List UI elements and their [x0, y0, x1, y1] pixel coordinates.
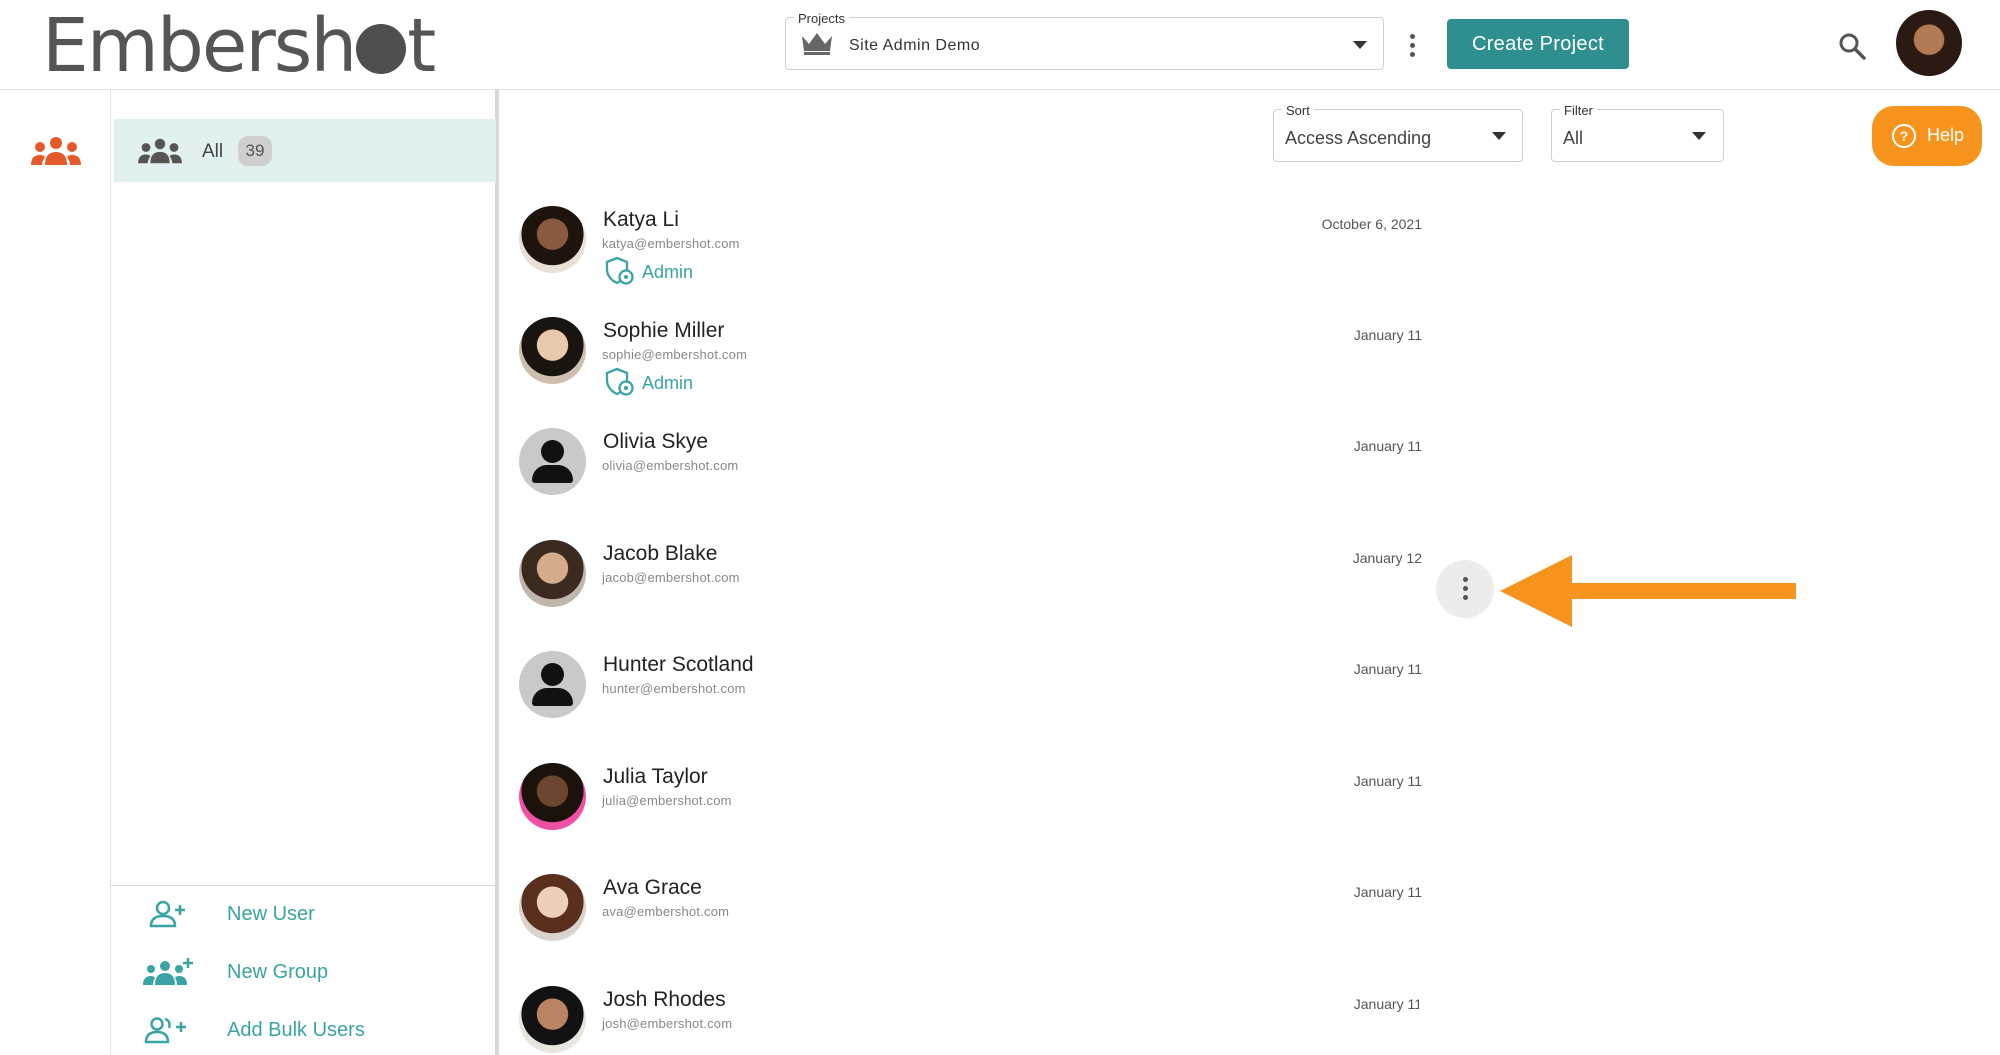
user-name: Hunter Scotland: [603, 653, 754, 676]
user-email: josh@embershot.com: [602, 1016, 733, 1031]
create-project-button[interactable]: Create Project: [1447, 19, 1629, 69]
chevron-down-icon: [1353, 41, 1367, 49]
user-row[interactable]: Jacob Blake jacob@embershot.com January …: [519, 540, 1422, 640]
count-badge: 39: [238, 136, 272, 166]
chevron-down-icon: [1492, 132, 1506, 140]
sort-value: Access Ascending: [1285, 128, 1432, 148]
sort-select[interactable]: Sort Access Ascending: [1273, 103, 1523, 162]
user-email: sophie@embershot.com: [602, 347, 748, 362]
sort-label: Sort: [1282, 103, 1314, 118]
help-label: Help: [1927, 125, 1965, 145]
user-date: October 6, 2021: [1321, 216, 1422, 232]
user-avatar: [519, 317, 586, 384]
user-row[interactable]: Sophie Miller sophie@embershot.com Admin…: [519, 317, 1422, 417]
default-avatar-icon: [519, 651, 586, 718]
user-name: Sophie Miller: [603, 319, 725, 342]
users-group-icon: [138, 138, 182, 164]
groups-sidebar: All 39 New User New Group Add Bulk Users: [111, 90, 499, 1055]
user-avatar: [519, 206, 586, 273]
user-name: Katya Li: [603, 208, 679, 231]
default-avatar-icon: [519, 428, 586, 495]
project-select-label: Projects: [794, 11, 849, 26]
filter-value: All: [1563, 128, 1584, 148]
new-group-button[interactable]: New Group: [141, 953, 491, 993]
user-email: julia@embershot.com: [602, 793, 732, 808]
chevron-down-icon: [1692, 132, 1706, 140]
user-date: January 11: [1353, 327, 1422, 343]
user-row-menu-button[interactable]: [1436, 560, 1494, 618]
filter-select[interactable]: Filter All: [1551, 103, 1724, 162]
help-button[interactable]: ? Help: [1872, 106, 1982, 166]
user-date: January 11: [1353, 996, 1419, 1012]
user-name: Ava Grace: [603, 876, 702, 899]
user-date: January 11: [1353, 661, 1422, 677]
user-name: Jacob Blake: [603, 542, 718, 565]
project-select[interactable]: Projects Site Admin Demo: [785, 11, 1384, 70]
user-date: January 11: [1353, 438, 1422, 454]
user-email: katya@embershot.com: [602, 236, 740, 251]
add-group-icon: [143, 958, 193, 985]
role-label: Admin: [642, 262, 694, 282]
annotation-arrow-icon: [1500, 555, 1796, 627]
more-vertical-icon: [1462, 577, 1468, 600]
user-row[interactable]: Josh Rhodes josh@embershot.com January 1…: [519, 986, 1419, 1055]
role-label: Admin: [642, 373, 694, 393]
logo-text: Embersh: [42, 3, 357, 89]
user-email: ava@embershot.com: [602, 904, 730, 919]
logo-flame-icon: [356, 24, 407, 74]
add-bulk-users-icon: [144, 1017, 186, 1044]
top-bar: Embersh t Projects Site Admin Demo Create…: [0, 0, 2000, 90]
user-date: January 11: [1353, 773, 1422, 789]
user-row[interactable]: Katya Li katya@embershot.com Admin Octob…: [519, 206, 1422, 306]
user-date: January 11: [1353, 884, 1422, 900]
project-menu-button[interactable]: [1409, 34, 1415, 57]
user-avatar: [519, 540, 586, 607]
new-user-label: New User: [227, 903, 315, 925]
sidebar-item-label: All: [202, 141, 224, 162]
user-row[interactable]: Julia Taylor julia@embershot.com January…: [519, 763, 1422, 863]
user-row[interactable]: Olivia Skye olivia@embershot.com January…: [519, 428, 1422, 528]
user-avatar: [519, 763, 586, 830]
user-email: jacob@embershot.com: [602, 570, 740, 585]
user-email: olivia@embershot.com: [602, 458, 739, 473]
search-icon[interactable]: [1838, 32, 1866, 60]
user-row[interactable]: Hunter Scotland hunter@embershot.com Jan…: [519, 651, 1422, 751]
user-email: hunter@embershot.com: [602, 681, 746, 696]
user-row[interactable]: Ava Grace ava@embershot.com January 11: [519, 874, 1422, 974]
left-rail: [0, 90, 111, 1055]
user-avatar: [519, 986, 586, 1053]
admin-shield-icon: [605, 367, 634, 396]
add-bulk-users-label: Add Bulk Users: [227, 1019, 365, 1041]
user-name: Julia Taylor: [603, 765, 708, 788]
divider: [111, 885, 495, 886]
project-select-value: Site Admin Demo: [849, 37, 981, 54]
sidebar-item-all[interactable]: All 39: [114, 119, 496, 182]
user-name: Olivia Skye: [603, 430, 709, 453]
help-icon: ?: [1892, 124, 1916, 148]
new-group-label: New Group: [227, 961, 329, 983]
user-date: January 12: [1352, 550, 1422, 566]
admin-shield-icon: [605, 256, 634, 285]
add-bulk-users-button[interactable]: Add Bulk Users: [141, 1011, 491, 1051]
add-user-icon: [149, 900, 185, 928]
users-group-icon[interactable]: [30, 135, 82, 167]
app-logo[interactable]: Embersh t: [42, 3, 436, 89]
new-user-button[interactable]: New User: [141, 895, 491, 935]
crown-icon: [802, 33, 832, 55]
filter-label: Filter: [1560, 103, 1597, 118]
logo-text-end: t: [407, 3, 436, 89]
user-avatar[interactable]: [1896, 10, 1962, 76]
user-avatar: [519, 874, 586, 941]
user-name: Josh Rhodes: [603, 988, 726, 1011]
